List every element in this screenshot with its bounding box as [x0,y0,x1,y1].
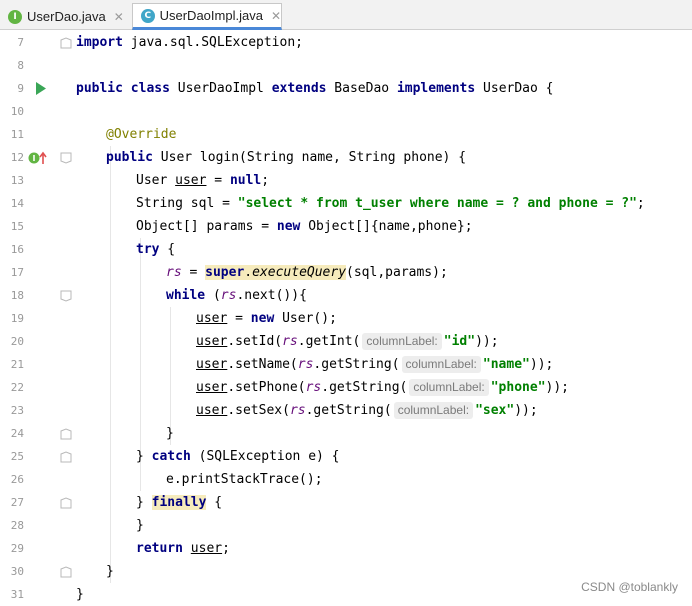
gutter: 7 8 9 10 11 12 I 13 14 15 16 17 18 19 20… [0,31,70,604]
line-number: 30 [4,565,24,578]
line-number: 28 [4,519,24,532]
code-line-31: } [76,583,84,606]
fold-marker-icon[interactable] [60,37,72,49]
code-line-17: rs = super.executeQuery(sql,params); [166,261,448,284]
code-line-22: user.setPhone(rs.getString(columnLabel:"… [196,376,569,399]
line-number: 13 [4,174,24,187]
line-number: 9 [4,82,24,95]
line-number: 17 [4,266,24,279]
tab-label: UserDaoImpl.java [160,8,263,23]
fold-marker-icon[interactable] [60,428,72,440]
run-icon[interactable] [35,82,47,95]
fold-marker-icon[interactable] [60,152,72,164]
line-number: 12 [4,151,24,164]
code-area[interactable]: import java.sql.SQLException; public cla… [76,31,692,604]
code-line-7: import java.sql.SQLException; [76,31,303,54]
code-line-29: return user; [136,537,230,560]
interface-icon: I [8,10,22,24]
close-icon[interactable]: ✕ [271,9,281,23]
code-line-16: try { [136,238,175,261]
parameter-hint: columnLabel: [402,356,481,373]
code-line-21: user.setName(rs.getString(columnLabel:"n… [196,353,553,376]
code-line-12: public User login(String name, String ph… [106,146,466,169]
line-number: 19 [4,312,24,325]
code-line-11: @Override [106,123,176,146]
code-line-14: String sql = "select * from t_user where… [136,192,645,215]
code-line-15: Object[] params = new Object[]{name,phon… [136,215,473,238]
code-line-20: user.setId(rs.getInt(columnLabel:"id")); [196,330,499,353]
line-number: 15 [4,220,24,233]
line-number: 11 [4,128,24,141]
tab-label: UserDao.java [27,9,106,24]
line-number: 22 [4,381,24,394]
tab-userdaoimpl[interactable]: C UserDaoImpl.java ✕ [132,3,282,30]
line-number: 24 [4,427,24,440]
code-line-26: e.printStackTrace(); [166,468,323,491]
line-number: 14 [4,197,24,210]
implements-method-icon[interactable]: I [28,151,48,165]
svg-text:I: I [33,154,36,163]
parameter-hint: columnLabel: [409,379,488,396]
code-line-30: } [106,560,114,583]
code-line-25: } catch (SQLException e) { [136,445,340,468]
parameter-hint: columnLabel: [362,333,441,350]
close-icon[interactable]: ✕ [114,10,124,24]
line-number: 23 [4,404,24,417]
fold-marker-icon[interactable] [60,497,72,509]
line-number: 27 [4,496,24,509]
code-line-24: } [166,422,174,445]
code-line-13: User user = null; [136,169,269,192]
code-line-27: } finally { [136,491,222,514]
code-line-18: while (rs.next()){ [166,284,307,307]
line-number: 26 [4,473,24,486]
line-number: 7 [4,36,24,49]
watermark: CSDN @toblankly [581,580,678,594]
code-line-19: user = new User(); [196,307,337,330]
class-icon: C [141,9,155,23]
editor-tab-bar: I UserDao.java ✕ C UserDaoImpl.java ✕ [0,0,692,30]
tab-userdao[interactable]: I UserDao.java ✕ [0,3,128,30]
line-number: 10 [4,105,24,118]
line-number: 16 [4,243,24,256]
parameter-hint: columnLabel: [394,402,473,419]
code-line-23: user.setSex(rs.getString(columnLabel:"se… [196,399,538,422]
code-line-28: } [136,514,144,537]
line-number: 31 [4,588,24,601]
line-number: 20 [4,335,24,348]
line-number: 29 [4,542,24,555]
line-number: 21 [4,358,24,371]
line-number: 18 [4,289,24,302]
fold-marker-icon[interactable] [60,566,72,578]
fold-marker-icon[interactable] [60,290,72,302]
line-number: 8 [4,59,24,72]
code-editor[interactable]: 7 8 9 10 11 12 I 13 14 15 16 17 18 19 20… [0,31,692,604]
line-number: 25 [4,450,24,463]
code-line-9: public class UserDaoImpl extends BaseDao… [76,77,554,100]
indent-guide [110,146,111,583]
fold-marker-icon[interactable] [60,451,72,463]
